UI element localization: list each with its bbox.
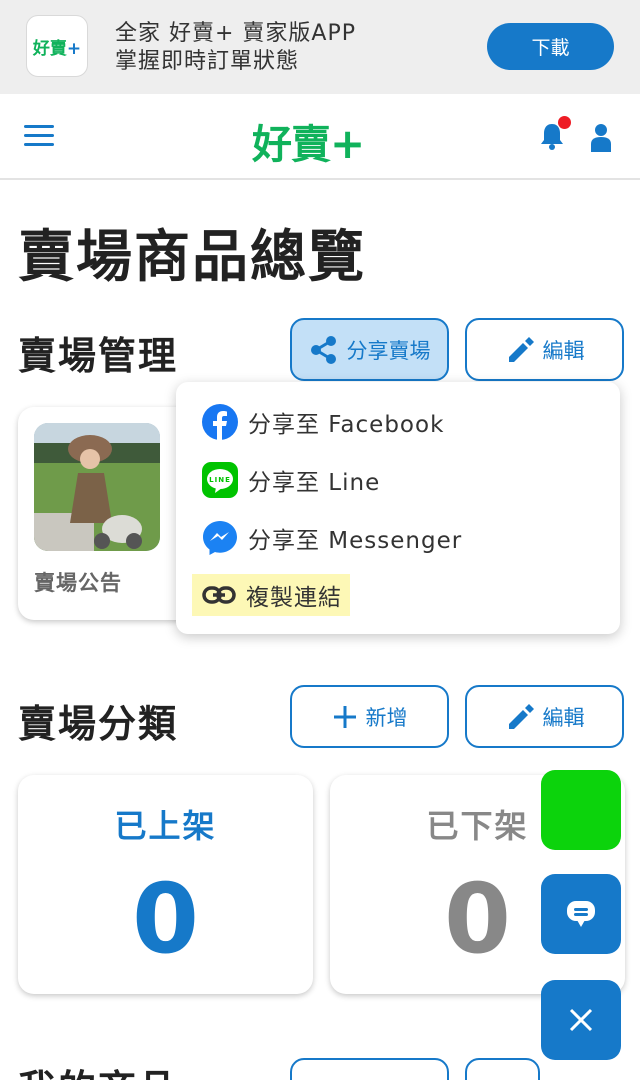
share-icon — [310, 335, 336, 364]
edit-store-label: 編輯 — [542, 339, 585, 363]
app-download-banner: 好賣+ 全家 好賣+ 賣家版APP 掌握即時訂單狀態 下載 — [0, 0, 640, 94]
app-icon-logo: 好賣+ — [32, 38, 82, 59]
share-messenger-item[interactable]: 分享至 Messenger — [200, 518, 470, 558]
link-icon — [202, 586, 236, 604]
category-section-title: 賣場分類 — [18, 702, 179, 746]
notification-badge — [558, 116, 571, 129]
app-icon[interactable]: 好賣+ — [26, 15, 88, 77]
products-action-button-2[interactable] — [465, 1058, 540, 1080]
svg-text:LINE: LINE — [209, 476, 231, 484]
listed-label: 已上架 — [114, 807, 217, 845]
pencil-icon — [508, 336, 534, 362]
store-section-title: 賣場管理 — [18, 334, 179, 378]
add-category-button[interactable]: 新增 — [290, 685, 449, 748]
listed-products-card[interactable]: 已上架 0 — [18, 775, 313, 994]
banner-text: 全家 好賣+ 賣家版APP 掌握即時訂單狀態 — [115, 20, 356, 76]
hamburger-menu-icon[interactable] — [24, 125, 54, 147]
edit-category-button[interactable]: 編輯 — [465, 685, 624, 748]
add-category-label: 新增 — [365, 706, 408, 730]
edit-category-label: 編輯 — [542, 706, 585, 730]
pencil-icon — [508, 703, 534, 729]
chat-bubble-icon — [567, 901, 595, 927]
close-fab[interactable] — [541, 980, 621, 1060]
share-line-item[interactable]: LINE 分享至 Line — [200, 460, 388, 500]
site-header: 好賣+ — [0, 94, 640, 180]
share-store-button[interactable]: 分享賣場 — [290, 318, 449, 381]
share-store-label: 分享賣場 — [346, 339, 431, 363]
page-title: 賣場商品總覽 — [18, 225, 366, 290]
copy-link-item[interactable]: 複製連結 — [192, 574, 350, 616]
edit-store-button[interactable]: 編輯 — [465, 318, 624, 381]
share-line-label: 分享至 Line — [248, 470, 381, 496]
store-announcement-label: 賣場公告 — [34, 571, 122, 595]
plus-icon — [333, 705, 356, 728]
user-icon[interactable] — [590, 122, 612, 152]
site-logo[interactable]: 好賣+ — [252, 112, 365, 170]
chat-fab[interactable] — [541, 874, 621, 954]
close-icon — [569, 1008, 593, 1032]
products-section-title: 我的商品 — [18, 1058, 178, 1080]
banner-line-1: 全家 好賣+ 賣家版APP — [115, 21, 357, 46]
share-dropdown-menu: 分享至 Facebook LINE 分享至 Line 分享至 Messenger… — [176, 382, 620, 634]
store-photo — [34, 423, 160, 551]
download-button[interactable]: 下載 — [487, 23, 614, 70]
products-action-button-1[interactable] — [290, 1058, 449, 1080]
listed-count: 0 — [132, 863, 199, 975]
copy-link-label: 複製連結 — [246, 585, 342, 611]
share-facebook-item[interactable]: 分享至 Facebook — [200, 402, 452, 442]
line-icon: LINE — [202, 462, 238, 498]
share-messenger-label: 分享至 Messenger — [248, 528, 463, 554]
line-chat-fab[interactable] — [541, 770, 621, 850]
share-facebook-label: 分享至 Facebook — [248, 412, 445, 438]
facebook-icon — [202, 404, 238, 440]
banner-line-2: 掌握即時訂單狀態 — [115, 49, 300, 74]
messenger-icon — [203, 521, 237, 555]
